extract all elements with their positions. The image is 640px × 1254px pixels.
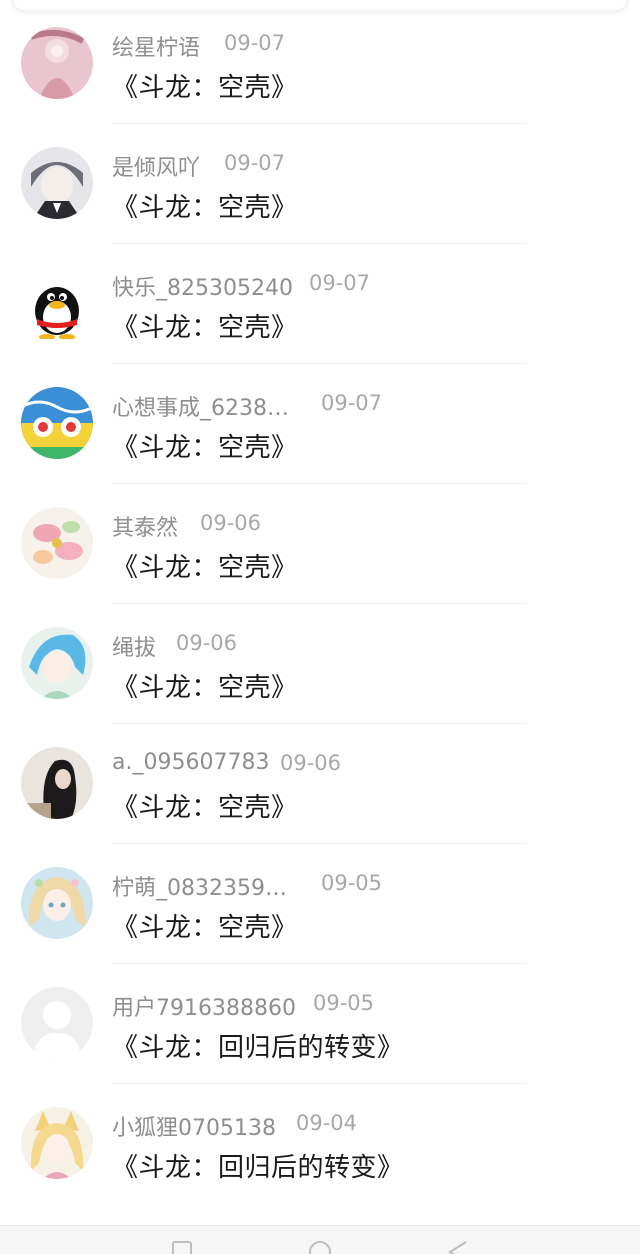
system-nav-bar <box>0 1225 640 1254</box>
post-date: 09-07 <box>224 31 286 55</box>
username[interactable]: 是倾风吖 <box>112 150 200 182</box>
post-title[interactable]: 《斗龙：空壳》 <box>112 67 298 104</box>
avatar[interactable] <box>21 1107 93 1179</box>
post-title[interactable]: 《斗龙：空壳》 <box>112 307 298 344</box>
avatar[interactable] <box>21 747 93 819</box>
post-title[interactable]: 《斗龙：空壳》 <box>112 427 298 464</box>
post-title[interactable]: 《斗龙：空壳》 <box>112 667 298 704</box>
username[interactable]: 绳拔 <box>112 630 156 662</box>
post-title[interactable]: 《斗龙：空壳》 <box>112 547 298 584</box>
list-item[interactable]: 是倾风吖 09-07 《斗龙：空壳》 <box>0 123 640 244</box>
post-date: 09-05 <box>321 871 383 895</box>
avatar[interactable] <box>21 387 93 459</box>
avatar[interactable] <box>21 867 93 939</box>
avatar[interactable] <box>21 987 93 1059</box>
post-title[interactable]: 《斗龙：空壳》 <box>112 787 298 824</box>
username[interactable]: 其泰然 <box>112 510 178 542</box>
post-title[interactable]: 《斗龙：空壳》 <box>112 187 298 224</box>
post-date: 09-05 <box>313 991 375 1015</box>
list-item[interactable]: 用户7916388860 09-05 《斗龙：回归后的转变》 <box>0 963 640 1084</box>
list-item[interactable]: 其泰然 09-06 《斗龙：空壳》 <box>0 483 640 604</box>
username[interactable]: a._095607783 <box>112 750 269 775</box>
blonde-girl-avatar-image <box>21 867 93 939</box>
list-item[interactable]: 柠萌_0832359… 09-05 《斗龙：空壳》 <box>0 843 640 964</box>
post-title[interactable]: 《斗龙：回归后的转变》 <box>112 1147 404 1184</box>
username[interactable]: 小狐狸0705138 <box>112 1110 276 1142</box>
list-item[interactable]: 快乐_825305240 09-07 《斗龙：空壳》 <box>0 243 640 364</box>
username[interactable]: 心想事成_6238… <box>112 390 289 422</box>
list-item[interactable]: 小狐狸0705138 09-04 《斗龙：回归后的转变》 <box>0 1083 640 1203</box>
back-triangle-icon[interactable] <box>446 1240 470 1254</box>
dark-photo-avatar-image <box>21 747 93 819</box>
blue-hair-girl-avatar-image <box>21 627 93 699</box>
pink-girl-avatar-image <box>21 27 93 99</box>
anime-boy-avatar-image <box>21 147 93 219</box>
username[interactable]: 快乐_825305240 <box>112 270 293 302</box>
username[interactable]: 用户7916388860 <box>112 990 296 1022</box>
post-title[interactable]: 《斗龙：回归后的转变》 <box>112 1027 404 1064</box>
default-user-avatar-image <box>21 987 93 1059</box>
list-item[interactable]: 绳拔 09-06 《斗龙：空壳》 <box>0 603 640 724</box>
post-date: 09-07 <box>224 151 286 175</box>
list-item[interactable]: a._095607783 09-06 《斗龙：空壳》 <box>0 723 640 844</box>
fox-girl-avatar-image <box>21 1107 93 1179</box>
avatar[interactable] <box>21 27 93 99</box>
post-date: 09-04 <box>296 1111 358 1135</box>
username[interactable]: 绘星柠语 <box>112 30 200 62</box>
avatar[interactable] <box>21 507 93 579</box>
list-item[interactable]: 绘星柠语 09-07 《斗龙：空壳》 <box>0 3 640 124</box>
list-item[interactable]: 心想事成_6238… 09-07 《斗龙：空壳》 <box>0 363 640 484</box>
avatar[interactable] <box>21 627 93 699</box>
colorful-painting-avatar-image <box>21 387 93 459</box>
post-date: 09-07 <box>309 271 371 295</box>
flower-avatar-image <box>21 507 93 579</box>
post-title[interactable]: 《斗龙：空壳》 <box>112 907 298 944</box>
square-icon[interactable] <box>170 1240 194 1254</box>
post-date: 09-06 <box>200 511 262 535</box>
circle-icon[interactable] <box>308 1240 332 1254</box>
post-date: 09-07 <box>321 391 383 415</box>
post-date: 09-06 <box>176 631 238 655</box>
avatar[interactable] <box>21 267 93 339</box>
penguin-avatar-image <box>21 267 93 339</box>
avatar[interactable] <box>21 147 93 219</box>
username[interactable]: 柠萌_0832359… <box>112 870 287 902</box>
post-date: 09-06 <box>280 751 342 775</box>
